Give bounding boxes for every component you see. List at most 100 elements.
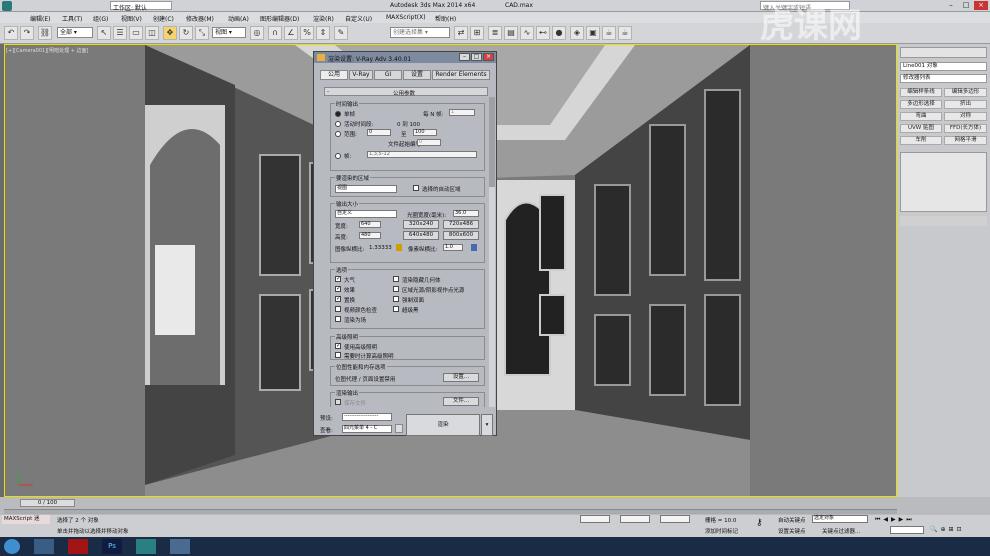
preset-720x486-button[interactable]: 720x486 xyxy=(443,220,479,229)
save-file-checkbox[interactable] xyxy=(335,399,341,405)
tab-common[interactable]: 公用 xyxy=(320,70,348,80)
taskbar-explorer-icon[interactable] xyxy=(34,539,54,554)
every-n-input[interactable]: 1 xyxy=(449,109,475,116)
height-input[interactable]: 480 xyxy=(359,232,381,239)
tab-settings[interactable]: 设置 xyxy=(403,70,431,80)
render-button[interactable]: 渲染 xyxy=(406,414,480,436)
y-coordinate-input[interactable] xyxy=(620,515,650,523)
menu-rendering[interactable]: 渲染(R) xyxy=(313,14,334,23)
render-iterative-icon[interactable]: ☕ xyxy=(618,26,632,40)
reference-coordinate-dropdown[interactable]: 视图 ▾ xyxy=(212,27,246,38)
option-checkbox[interactable] xyxy=(393,286,399,292)
taskbar-app-icon[interactable] xyxy=(170,539,190,554)
file-number-input[interactable]: 0 xyxy=(417,139,441,146)
workspace-dropdown[interactable]: 工作区: 默认 xyxy=(110,1,172,12)
rotate-icon[interactable]: ↻ xyxy=(179,26,193,40)
tab-vray[interactable]: V-Ray xyxy=(349,70,373,80)
material-editor-icon[interactable]: ● xyxy=(552,26,566,40)
align-icon[interactable]: ⊞ xyxy=(470,26,484,40)
menu-customize[interactable]: 自定义(U) xyxy=(345,14,372,23)
modifier-button-poly-select[interactable]: 多边形选择 xyxy=(900,100,942,109)
frames-input[interactable]: 1,3,5-12 xyxy=(367,151,477,158)
render-setup-icon[interactable]: ◈ xyxy=(570,26,584,40)
object-name-field[interactable]: Line001 对象 xyxy=(900,62,987,71)
menu-create[interactable]: 创建(C) xyxy=(153,14,174,23)
menu-modifiers[interactable]: 修改器(M) xyxy=(186,14,214,23)
key-icon[interactable]: ⚷ xyxy=(756,518,770,530)
option-checkbox[interactable] xyxy=(335,306,341,312)
dialog-title-bar[interactable]: 渲染设置: V-Ray Adv 3.40.01 – □ × xyxy=(314,52,496,63)
option-checkbox[interactable] xyxy=(393,276,399,282)
preset-800x600-button[interactable]: 800x600 xyxy=(443,231,479,240)
modifier-button-symmetry[interactable]: 对称 xyxy=(944,112,987,121)
move-icon[interactable]: ✥ xyxy=(163,26,177,40)
option-checkbox[interactable]: ✓ xyxy=(335,275,341,282)
scale-icon[interactable]: ⤡ xyxy=(195,26,209,40)
menu-edit[interactable]: 编辑(E) xyxy=(30,14,50,23)
modifier-stack[interactable] xyxy=(900,152,987,212)
output-size-dropdown[interactable]: 自定义 xyxy=(335,210,397,218)
curve-editor-icon[interactable]: ∿ xyxy=(520,26,534,40)
graphite-icon[interactable]: ▤ xyxy=(504,26,518,40)
view-dropdown[interactable]: 四元菜单 4 - C xyxy=(342,425,392,433)
key-mode-dropdown[interactable]: 选定对象 xyxy=(812,515,868,523)
tab-render-elements[interactable]: Render Elements xyxy=(432,70,490,80)
pivot-icon[interactable]: ◎ xyxy=(250,26,264,40)
close-icon[interactable]: × xyxy=(974,1,988,10)
radio-frames[interactable] xyxy=(335,153,341,159)
option-checkbox[interactable] xyxy=(393,306,399,312)
option-checkbox[interactable] xyxy=(393,296,399,302)
dialog-scrollbar-thumb[interactable] xyxy=(489,97,495,187)
modifier-button-edit-spline[interactable]: 编辑样条线 xyxy=(900,88,942,97)
snap-icon[interactable]: ∩ xyxy=(268,26,282,40)
menu-maxscript[interactable]: MAXScript(X) xyxy=(386,14,426,21)
redo-icon[interactable]: ↷ xyxy=(20,26,34,40)
modifier-button-bend[interactable]: 弯曲 xyxy=(900,112,942,121)
window-crossing-icon[interactable]: ◫ xyxy=(145,26,159,40)
menu-animation[interactable]: 动画(A) xyxy=(228,14,249,23)
rect-selection-icon[interactable]: ▭ xyxy=(129,26,143,40)
view-lock-icon[interactable] xyxy=(395,424,403,433)
modifier-list-dropdown[interactable]: 修改器列表 xyxy=(900,74,987,83)
modifier-button-meshsmooth[interactable]: 网格平滑 xyxy=(944,136,987,145)
named-selection-set-dropdown[interactable]: 创建选择集 ▾ xyxy=(390,27,450,38)
modifier-button-extrude[interactable]: 挤出 xyxy=(944,100,987,109)
radio-range[interactable] xyxy=(335,131,341,137)
lock-icon[interactable] xyxy=(396,244,402,251)
preset-320x240-button[interactable]: 320x240 xyxy=(403,220,439,229)
auto-region-checkbox[interactable] xyxy=(413,185,419,191)
taskbar-3dsmax-icon[interactable] xyxy=(136,539,156,554)
spinner-snap-icon[interactable]: ⇕ xyxy=(316,26,330,40)
use-advanced-lighting-checkbox[interactable]: ✓ xyxy=(335,342,341,349)
dialog-maximize-icon[interactable]: □ xyxy=(471,53,482,61)
pixel-aspect-lock-icon[interactable] xyxy=(471,244,477,251)
tab-gi[interactable]: GI xyxy=(374,70,402,80)
menu-help[interactable]: 帮助(H) xyxy=(435,14,456,23)
playback-controls-icon[interactable]: ⏮◀▶▶⏭ xyxy=(875,516,988,524)
menu-group[interactable]: 组(G) xyxy=(93,14,108,23)
modifier-button-ffd[interactable]: FFD(长方体) xyxy=(944,124,987,133)
menu-graph-editors[interactable]: 图形编辑器(D) xyxy=(260,14,299,23)
selection-filter-dropdown[interactable]: 全部 ▾ xyxy=(57,27,93,38)
width-input[interactable]: 640 xyxy=(359,221,381,228)
select-object-icon[interactable]: ↖ xyxy=(97,26,111,40)
menu-views[interactable]: 视图(V) xyxy=(121,14,142,23)
system-tray[interactable] xyxy=(900,541,986,552)
rendered-frame-window-icon[interactable]: ▣ xyxy=(586,26,600,40)
stack-controls[interactable] xyxy=(900,216,987,226)
modifier-button-lathe[interactable]: 车削 xyxy=(900,136,942,145)
mirror-icon[interactable]: ⇄ xyxy=(454,26,468,40)
percent-snap-icon[interactable]: % xyxy=(300,26,314,40)
angle-snap-icon[interactable]: ∠ xyxy=(284,26,298,40)
modifier-button-uvw-map[interactable]: UVW 贴图 xyxy=(900,124,942,133)
start-button-icon[interactable] xyxy=(4,539,20,554)
area-to-render-dropdown[interactable]: 视图 xyxy=(335,185,397,193)
preset-640x480-button[interactable]: 640x480 xyxy=(403,231,439,240)
undo-icon[interactable]: ↶ xyxy=(4,26,18,40)
taskbar-autocad-icon[interactable] xyxy=(68,539,88,554)
radio-single[interactable] xyxy=(335,111,341,117)
preset-dropdown[interactable]: ------------------- xyxy=(342,413,392,421)
range-from-input[interactable]: 0 xyxy=(367,129,391,136)
render-dropdown-icon[interactable]: ▾ xyxy=(481,414,493,436)
link-icon[interactable]: ⛓ xyxy=(38,26,52,40)
